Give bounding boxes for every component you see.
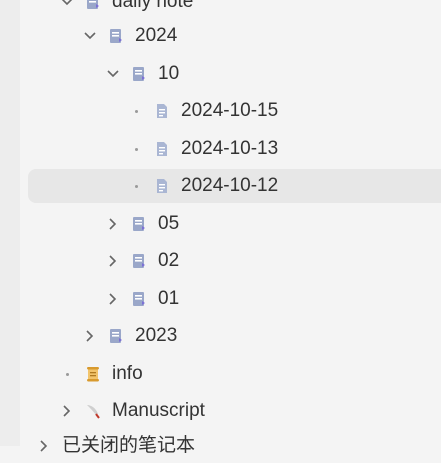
tree-item-label: 05: [158, 213, 180, 234]
tree-item-2024-10-15[interactable]: 2024-10-15: [20, 94, 441, 128]
chevron-right-icon[interactable]: [106, 244, 120, 278]
document-icon: [153, 132, 171, 166]
tree-item-05[interactable]: 05: [20, 207, 441, 241]
chevron-right-icon[interactable]: [106, 282, 120, 316]
notebook-icon: [107, 19, 125, 53]
chevron-right-icon[interactable]: [106, 207, 120, 241]
tree-item-10[interactable]: 10: [20, 57, 441, 91]
tree-item-2024[interactable]: 2024: [20, 19, 441, 53]
bullet-dot-icon: [129, 169, 143, 203]
tree-item-02[interactable]: 02: [20, 244, 441, 278]
chevron-right-icon[interactable]: [60, 394, 74, 428]
notebook-icon: [130, 244, 148, 278]
tree-item-label: 已关闭的笔记本: [62, 435, 196, 456]
bullet-dot-icon: [60, 357, 74, 391]
chevron-right-icon[interactable]: [37, 429, 51, 463]
notebook-icon: [130, 207, 148, 241]
tree-item-label: 2024-10-12: [181, 175, 279, 196]
tree-item-label: 2024-10-13: [181, 138, 279, 159]
bullet-dot-icon: [129, 94, 143, 128]
tree-item-closed-notebooks[interactable]: 已关闭的笔记本: [20, 429, 441, 463]
tree-item-label: 2023: [135, 325, 178, 346]
tree-item-2024-10-13[interactable]: 2024-10-13: [20, 132, 441, 166]
notebook-icon: [130, 282, 148, 316]
more-menu-icon[interactable]: ⋮: [437, 169, 441, 203]
chevron-right-icon[interactable]: [83, 319, 97, 353]
tree-item-info[interactable]: info: [20, 357, 441, 391]
tree-item-daily-note[interactable]: daily note: [20, 0, 441, 19]
file-tree-panel: daily note 2024 10 2024-10-15 2024-10-13…: [20, 0, 441, 456]
tree-item-manuscript[interactable]: Manuscript: [20, 394, 441, 428]
notebook-icon: [107, 319, 125, 353]
tree-item-label: 2024-10-15: [181, 100, 279, 121]
tree-item-2024-10-12[interactable]: 2024-10-12 ⋮: [28, 169, 441, 203]
tree-item-label: info: [112, 363, 143, 384]
quill-pen-icon: [84, 394, 102, 428]
notebook-icon: [130, 57, 148, 91]
tree-item-label: 02: [158, 250, 180, 271]
chevron-down-icon[interactable]: [60, 0, 74, 19]
tree-item-label: 01: [158, 288, 180, 309]
tree-item-label: daily note: [112, 0, 194, 12]
document-icon: [153, 169, 171, 203]
scroll-icon: [84, 357, 102, 391]
notebook-icon: [84, 0, 102, 19]
tree-item-label: Manuscript: [112, 400, 205, 421]
chevron-down-icon[interactable]: [106, 57, 120, 91]
chevron-down-icon[interactable]: [83, 19, 97, 53]
bullet-dot-icon: [129, 132, 143, 166]
tree-item-2023[interactable]: 2023: [20, 319, 441, 353]
left-edge-strip: [0, 0, 20, 446]
tree-item-01[interactable]: 01: [20, 282, 441, 316]
tree-item-label: 2024: [135, 25, 178, 46]
tree-item-label: 10: [158, 63, 180, 84]
document-icon: [153, 94, 171, 128]
